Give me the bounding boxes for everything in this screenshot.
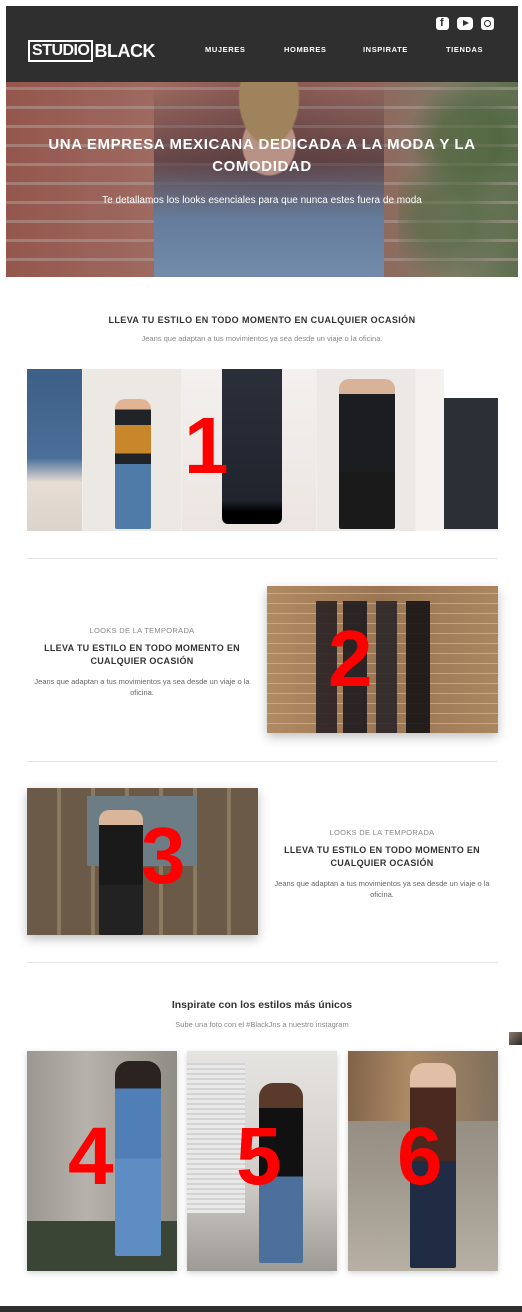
page-footer-bar bbox=[0, 1306, 522, 1312]
feature2-title: LLEVA TU ESTILO EN TODO MOMENTO EN CUALQ… bbox=[44, 643, 240, 666]
marker-4: 4 bbox=[68, 1111, 114, 1202]
marker-3: 3 bbox=[141, 811, 186, 900]
hero-title: UNA EMPRESA MEXICANA DEDICADA A LA MODA … bbox=[48, 136, 476, 175]
feature3-kicker: LOOKS DE LA TEMPORADA bbox=[329, 828, 435, 837]
site-header: STUDIO BLACK MUJERES HOMBRES INSPIRATE T… bbox=[6, 6, 518, 82]
section1-title: LLEVA TU ESTILO EN TODO MOMENTO EN CUALQ… bbox=[108, 315, 416, 325]
feature2-photo bbox=[267, 586, 498, 733]
youtube-icon[interactable] bbox=[457, 17, 473, 30]
divider bbox=[27, 558, 498, 559]
hero-banner: UNA EMPRESA MEXICANA DEDICADA A LA MODA … bbox=[6, 82, 518, 277]
hero-subtitle: Te detallamos los looks esenciales para … bbox=[102, 195, 422, 206]
marker-2: 2 bbox=[328, 614, 373, 703]
nav-inspirate[interactable]: INSPIRATE bbox=[363, 45, 408, 54]
page: STUDIO BLACK MUJERES HOMBRES INSPIRATE T… bbox=[6, 6, 518, 1306]
divider bbox=[27, 962, 498, 963]
section1-subtitle: Jeans que adaptan a tus movimientos ya s… bbox=[141, 334, 383, 343]
nav-hombres[interactable]: HOMBRES bbox=[284, 45, 327, 54]
collage-photo-5 bbox=[416, 369, 498, 531]
collage-photo-4 bbox=[317, 369, 415, 531]
nav-tiendas[interactable]: TIENDAS bbox=[446, 45, 483, 54]
feature2-desc: Jeans que adaptan a tus movimientos ya s… bbox=[34, 677, 250, 697]
inspirate-subtitle: Sube una foto con el #BlackJns a nuestro… bbox=[175, 1020, 349, 1029]
social-links bbox=[436, 17, 494, 30]
nav-mujeres[interactable]: MUJERES bbox=[205, 45, 245, 54]
side-thumbnail[interactable] bbox=[509, 1032, 522, 1045]
feature3-desc: Jeans que adaptan a tus movimientos ya s… bbox=[274, 879, 490, 899]
collage-photo-1 bbox=[27, 369, 82, 531]
jeans-collage bbox=[27, 369, 498, 531]
facebook-icon[interactable] bbox=[436, 17, 449, 30]
feature3-title: LLEVA TU ESTILO EN TODO MOMENTO EN CUALQ… bbox=[284, 845, 480, 868]
marker-1: 1 bbox=[184, 401, 229, 490]
collage-photo-2 bbox=[83, 369, 181, 531]
marker-6: 6 bbox=[397, 1111, 443, 1202]
instagram-icon[interactable] bbox=[481, 17, 494, 30]
feature2-kicker: LOOKS DE LA TEMPORADA bbox=[89, 626, 195, 635]
marker-5: 5 bbox=[236, 1111, 282, 1202]
feature3-text: LOOKS DE LA TEMPORADA LLEVA TU ESTILO EN… bbox=[264, 828, 500, 900]
feature2-text: LOOKS DE LA TEMPORADA LLEVA TU ESTILO EN… bbox=[24, 626, 260, 698]
inspirate-title: Inspirate con los estilos más únicos bbox=[171, 999, 353, 1011]
main-nav: MUJERES HOMBRES INSPIRATE TIENDAS bbox=[6, 45, 518, 57]
divider bbox=[27, 761, 498, 762]
